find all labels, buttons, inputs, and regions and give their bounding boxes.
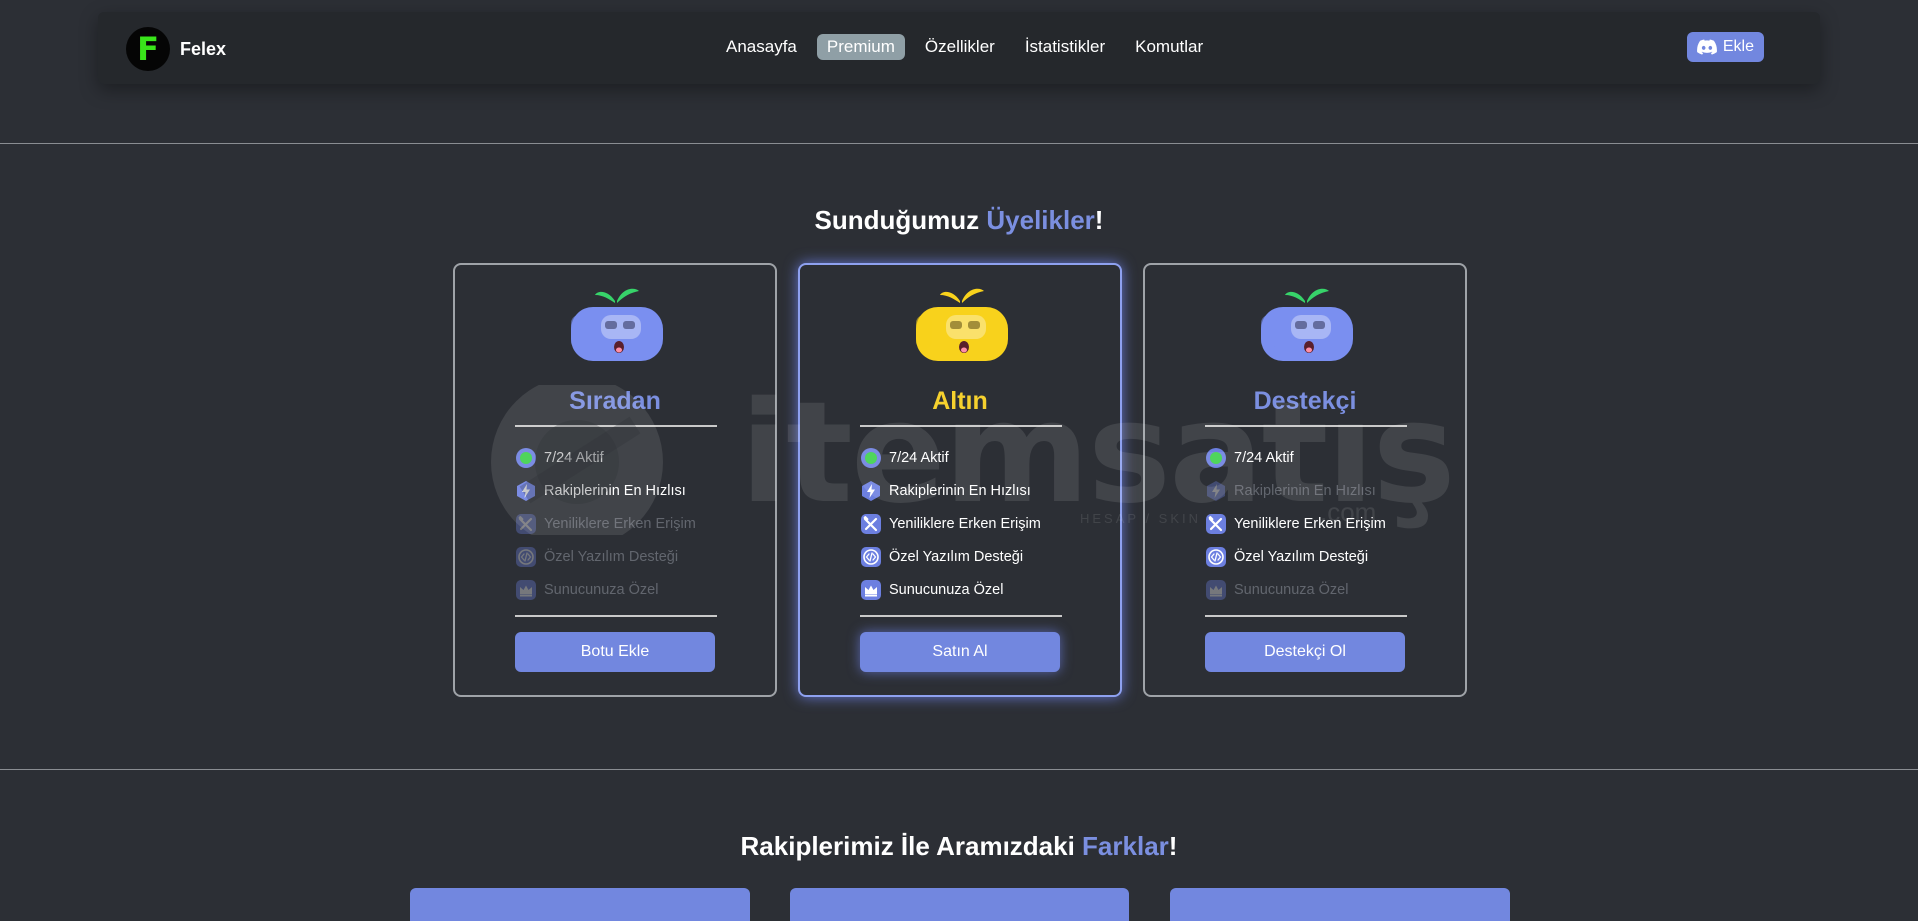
feature-item: Sunucunuza Özel bbox=[860, 573, 1041, 606]
brand-logo: F bbox=[126, 27, 170, 71]
plan-card-supporter: Destekçi 7/24 Aktif Rakiplerinin En Hızl… bbox=[1143, 263, 1467, 697]
feature-item: Yeniliklere Erken Erişim bbox=[515, 507, 696, 540]
lightning-icon bbox=[1205, 480, 1227, 502]
plan-card-gold: Altın 7/24 Aktif Rakiplerinin En Hızlısı… bbox=[798, 263, 1122, 697]
mascot-icon bbox=[571, 288, 663, 361]
crown-icon bbox=[515, 579, 537, 601]
feature-item: Yeniliklere Erken Erişim bbox=[860, 507, 1041, 540]
comparison-title-suffix: ! bbox=[1168, 831, 1178, 861]
buy-button[interactable]: Satın Al bbox=[860, 632, 1060, 672]
plan-name: Destekçi bbox=[1253, 387, 1357, 415]
plan-divider bbox=[515, 425, 717, 427]
code-icon bbox=[515, 546, 537, 568]
feature-item: Yeniliklere Erken Erişim bbox=[1205, 507, 1386, 540]
feature-label: Sunucunuza Özel bbox=[544, 581, 659, 598]
feature-list: 7/24 Aktif Rakiplerinin En Hızlısı Yenil… bbox=[860, 441, 1041, 606]
plan-card-regular: Sıradan 7/24 Aktif Rakiplerinin En Hızlı… bbox=[453, 263, 777, 697]
comparison-title: Rakiplerimiz İle Aramızdaki Farklar! bbox=[0, 831, 1918, 862]
nav-link-features[interactable]: Özellikler bbox=[915, 34, 1005, 60]
crown-icon bbox=[860, 579, 882, 601]
feature-item: Rakiplerinin En Hızlısı bbox=[515, 474, 696, 507]
plan-divider bbox=[1205, 615, 1407, 617]
nav-link-commands[interactable]: Komutlar bbox=[1125, 34, 1213, 60]
section-divider-top bbox=[0, 143, 1918, 144]
online-dot-icon bbox=[1205, 447, 1227, 469]
plan-divider bbox=[860, 615, 1062, 617]
lightning-icon bbox=[515, 480, 537, 502]
add-bot-label: Ekle bbox=[1722, 38, 1754, 55]
feature-item: Rakiplerinin En Hızlısı bbox=[860, 474, 1041, 507]
brand-name: Felex bbox=[180, 38, 227, 59]
comparison-title-accent: Farklar bbox=[1082, 831, 1169, 861]
feature-item: Rakiplerinin En Hızlısı bbox=[1205, 474, 1386, 507]
mascot-icon bbox=[916, 288, 1008, 361]
nav-link-premium[interactable]: Premium bbox=[816, 34, 905, 60]
feature-item: Özel Yazılım Desteği bbox=[1205, 540, 1386, 573]
nav-link-statistics[interactable]: İstatistikler bbox=[1015, 34, 1115, 60]
discord-icon bbox=[1696, 39, 1717, 55]
comparison-card bbox=[1170, 888, 1510, 921]
feature-label: Özel Yazılım Desteği bbox=[889, 548, 1024, 565]
feature-label: 7/24 Aktif bbox=[544, 449, 604, 466]
feature-item: Özel Yazılım Desteği bbox=[515, 540, 696, 573]
nav-link-home[interactable]: Anasayfa bbox=[716, 34, 807, 60]
plan-divider bbox=[1205, 425, 1407, 427]
feature-label: Özel Yazılım Desteği bbox=[1234, 548, 1369, 565]
add-bot-cta-button[interactable]: Botu Ekle bbox=[515, 632, 715, 672]
memberships-title: Sunduğumuz Üyelikler! bbox=[0, 205, 1918, 236]
feature-label: Sunucunuza Özel bbox=[889, 581, 1004, 598]
online-dot-icon bbox=[515, 447, 537, 469]
feature-item: 7/24 Aktif bbox=[860, 441, 1041, 474]
feature-list: 7/24 Aktif Rakiplerinin En Hızlısı Yenil… bbox=[1205, 441, 1386, 606]
feature-item: Sunucunuza Özel bbox=[515, 573, 696, 606]
feature-item: Özel Yazılım Desteği bbox=[860, 540, 1041, 573]
memberships-title-suffix: ! bbox=[1094, 205, 1104, 235]
feature-item: Sunucunuza Özel bbox=[1205, 573, 1386, 606]
feature-label: 7/24 Aktif bbox=[889, 449, 949, 466]
comparison-card bbox=[410, 888, 750, 921]
comparison-card bbox=[790, 888, 1129, 921]
feature-label: Sunucunuza Özel bbox=[1234, 581, 1349, 598]
memberships-title-accent: Üyelikler bbox=[986, 205, 1095, 235]
plan-divider bbox=[515, 615, 717, 617]
feature-item: 7/24 Aktif bbox=[515, 441, 696, 474]
code-icon bbox=[860, 546, 882, 568]
tools-icon bbox=[860, 513, 882, 535]
memberships-title-prefix: Sunduğumuz bbox=[814, 205, 987, 235]
feature-label: Rakiplerinin En Hızlısı bbox=[889, 482, 1031, 499]
brand[interactable]: F Felex bbox=[126, 27, 226, 71]
feature-label: Yeniliklere Erken Erişim bbox=[889, 515, 1041, 532]
online-dot-icon bbox=[860, 447, 882, 469]
tools-icon bbox=[515, 513, 537, 535]
lightning-icon bbox=[860, 480, 882, 502]
section-divider-bottom bbox=[0, 769, 1918, 770]
feature-label: 7/24 Aktif bbox=[1234, 449, 1294, 466]
feature-label: Yeniliklere Erken Erişim bbox=[1234, 515, 1386, 532]
top-navbar: F Felex Anasayfa Premium Özellikler İsta… bbox=[98, 12, 1820, 84]
become-supporter-button[interactable]: Destekçi Ol bbox=[1205, 632, 1405, 672]
crown-icon bbox=[1205, 579, 1227, 601]
feature-item: 7/24 Aktif bbox=[1205, 441, 1386, 474]
feature-list: 7/24 Aktif Rakiplerinin En Hızlısı Yenil… bbox=[515, 441, 696, 606]
plan-name: Sıradan bbox=[569, 387, 661, 415]
feature-label: Rakiplerinin En Hızlısı bbox=[544, 482, 686, 499]
code-icon bbox=[1205, 546, 1227, 568]
add-bot-button[interactable]: Ekle bbox=[1686, 32, 1764, 62]
comparison-title-prefix: Rakiplerimiz İle Aramızdaki bbox=[740, 831, 1083, 861]
plan-divider bbox=[860, 425, 1062, 427]
feature-label: Özel Yazılım Desteği bbox=[544, 548, 679, 565]
tools-icon bbox=[1205, 513, 1227, 535]
plan-name: Altın bbox=[932, 387, 988, 415]
mascot-icon bbox=[1261, 288, 1353, 361]
nav-links: Anasayfa Premium Özellikler İstatistikle… bbox=[716, 34, 1213, 60]
feature-label: Yeniliklere Erken Erişim bbox=[544, 515, 696, 532]
feature-label: Rakiplerinin En Hızlısı bbox=[1234, 482, 1376, 499]
